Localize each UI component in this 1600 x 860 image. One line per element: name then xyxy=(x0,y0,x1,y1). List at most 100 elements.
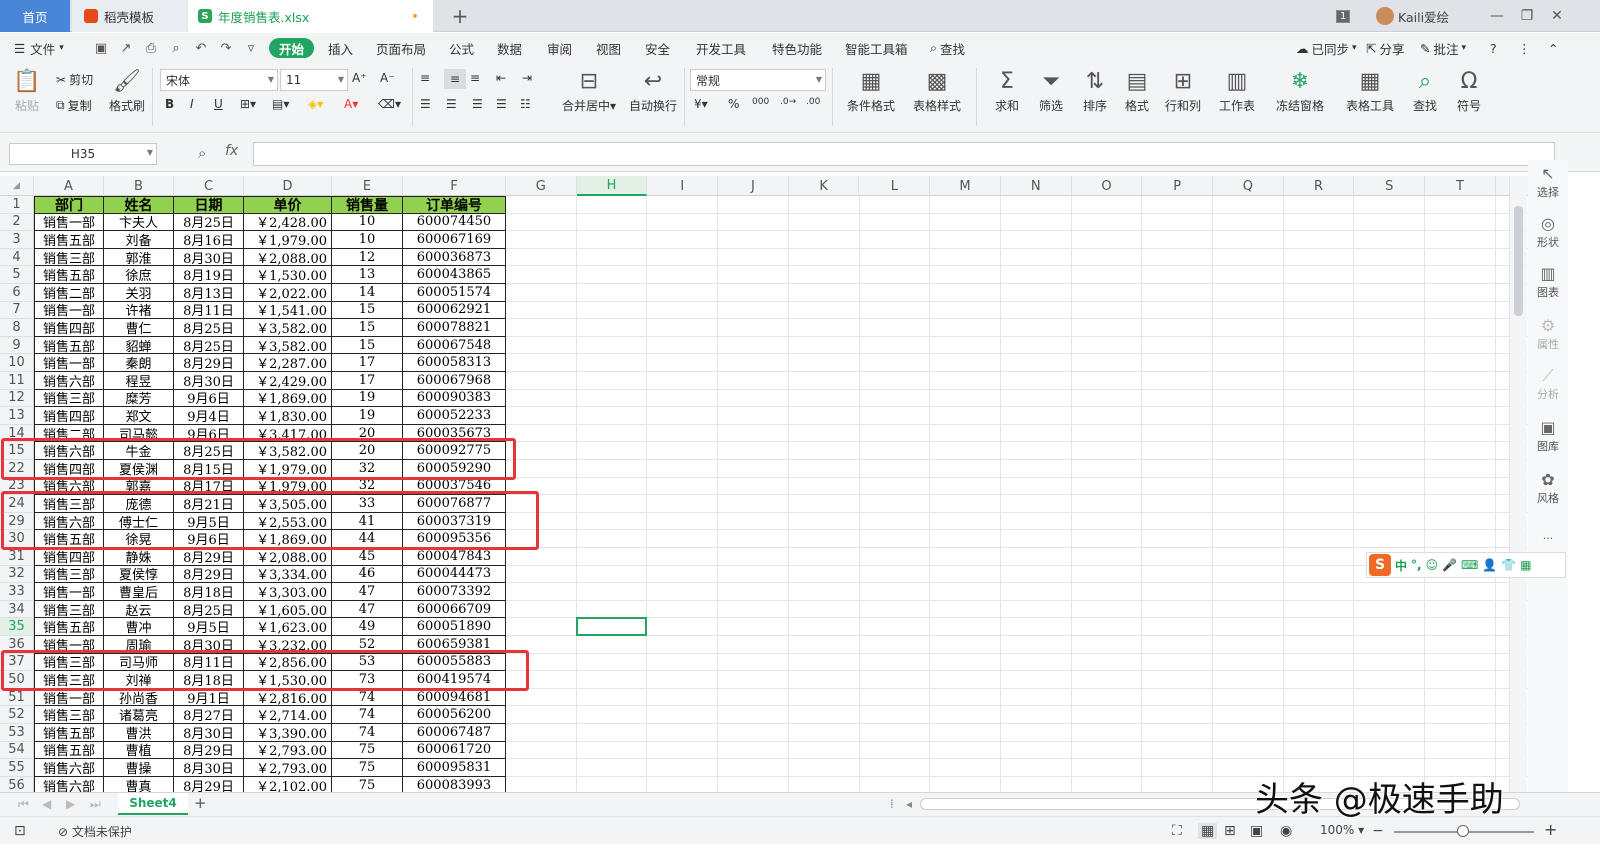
align-center-icon[interactable]: ☰ xyxy=(446,97,457,111)
cell[interactable]: 销售一部 xyxy=(34,354,104,372)
cell[interactable]: 8月29日 xyxy=(174,565,244,584)
cell[interactable]: ￥3,582.00 xyxy=(244,319,332,337)
search-command[interactable]: ⌕ 查找 xyxy=(930,33,965,63)
cell[interactable]: 75 xyxy=(332,741,403,760)
cell[interactable]: ￥2,793.00 xyxy=(244,741,332,760)
cell[interactable]: 10 xyxy=(332,213,403,232)
cell[interactable]: 销售五部 xyxy=(34,618,104,636)
row-header[interactable]: 53 xyxy=(0,724,34,742)
row-header[interactable]: 34 xyxy=(0,600,34,619)
cell[interactable]: 600051574 xyxy=(403,284,506,302)
page-layout-view-icon[interactable]: ▣ xyxy=(1250,823,1263,839)
column-header[interactable]: F xyxy=(403,176,506,196)
cell[interactable]: 8月30日 xyxy=(174,724,244,742)
cell[interactable]: 销售五部 xyxy=(34,724,104,742)
header-cell[interactable]: 日期 xyxy=(174,196,244,214)
cell[interactable]: 8月25日 xyxy=(174,600,244,619)
cell[interactable]: 13 xyxy=(332,266,403,284)
sum-button[interactable]: Σ 求和 xyxy=(982,67,1032,114)
cell[interactable]: 销售三部 xyxy=(34,565,104,584)
cell[interactable]: 8月18日 xyxy=(174,583,244,601)
align-bottom-icon[interactable]: ≡ xyxy=(470,71,480,85)
keyboard-icon[interactable]: ⌨ xyxy=(1461,558,1478,572)
cell[interactable]: ￥3,303.00 xyxy=(244,583,332,601)
justify-icon[interactable]: ☰ xyxy=(496,97,507,111)
fill-color-icon[interactable]: ◈▾ xyxy=(308,97,323,111)
cell[interactable]: 19 xyxy=(332,389,403,408)
column-header[interactable]: E xyxy=(332,176,403,196)
underline-icon[interactable]: U xyxy=(214,97,223,111)
table-style-button[interactable]: ▩ 表格样式 xyxy=(906,67,968,114)
cell[interactable]: 74 xyxy=(332,688,403,707)
cell[interactable]: 销售一部 xyxy=(34,213,104,232)
cell[interactable]: 程昱 xyxy=(104,372,174,390)
cell[interactable]: ￥1,530.00 xyxy=(244,266,332,284)
tab-home[interactable]: 首页 xyxy=(0,0,70,32)
column-header[interactable]: C xyxy=(174,176,244,196)
row-col-button[interactable]: ⊞ 行和列 xyxy=(1158,67,1208,114)
cell[interactable]: 600058313 xyxy=(403,354,506,372)
currency-icon[interactable]: ¥▾ xyxy=(694,97,708,111)
cell[interactable]: 600056200 xyxy=(403,706,506,724)
tab-page-layout[interactable]: 页面布局 xyxy=(376,33,426,63)
column-header[interactable]: N xyxy=(1001,176,1072,196)
tab-data[interactable]: 数据 xyxy=(497,33,522,63)
header-cell[interactable]: 部门 xyxy=(34,196,104,214)
cell[interactable]: 600095831 xyxy=(403,759,506,777)
split-handle-icon[interactable]: ⁞ xyxy=(890,797,894,811)
percent-icon[interactable]: % xyxy=(728,97,739,111)
table-tools-button[interactable]: ▦ 表格工具 xyxy=(1340,67,1400,114)
window-count-badge[interactable]: 1 xyxy=(1336,0,1351,32)
cell[interactable]: 曹操 xyxy=(104,759,174,777)
cell[interactable]: 600078821 xyxy=(403,319,506,337)
cell[interactable]: 许褚 xyxy=(104,301,174,320)
cell[interactable]: 关羽 xyxy=(104,284,174,302)
cell[interactable]: 销售一部 xyxy=(34,583,104,601)
cell[interactable]: ￥2,793.00 xyxy=(244,759,332,777)
cell[interactable]: 孙尚香 xyxy=(104,688,174,707)
cell[interactable]: 销售三部 xyxy=(34,706,104,724)
format-button[interactable]: ▤ 格式 xyxy=(1112,67,1162,114)
column-header[interactable]: T xyxy=(1425,176,1496,196)
cell[interactable]: ￥1,830.00 xyxy=(244,407,332,425)
filter-button[interactable]: ⏷ 筛选 xyxy=(1026,67,1076,114)
cell[interactable]: 曹仁 xyxy=(104,319,174,337)
undo-icon[interactable]: ↶ xyxy=(192,39,210,57)
sidebar-item-style[interactable]: ✿ 风格 xyxy=(1528,470,1568,506)
cell[interactable]: 郑文 xyxy=(104,407,174,425)
scroll-thumb[interactable] xyxy=(1514,206,1523,316)
cell[interactable]: 8月30日 xyxy=(174,248,244,267)
thousands-icon[interactable]: 000 xyxy=(752,97,769,107)
cell[interactable]: ￥1,623.00 xyxy=(244,618,332,636)
tab-insert[interactable]: 插入 xyxy=(328,33,353,63)
row-header[interactable]: 7 xyxy=(0,301,34,320)
cell[interactable]: 600066709 xyxy=(403,600,506,619)
cell[interactable]: 49 xyxy=(332,618,403,636)
cell[interactable]: 47 xyxy=(332,600,403,619)
fx-icon[interactable]: fx xyxy=(225,143,238,159)
row-header[interactable]: 31 xyxy=(0,548,34,566)
align-top-icon[interactable]: ≡ xyxy=(420,71,430,85)
vertical-scrollbar[interactable] xyxy=(1509,176,1527,806)
row-header[interactable]: 5 xyxy=(0,266,34,284)
column-header[interactable]: K xyxy=(789,176,860,196)
select-all-corner[interactable]: ◢ xyxy=(0,176,34,196)
cell[interactable]: 600067968 xyxy=(403,372,506,390)
user-account[interactable]: Kaili爱绘 xyxy=(1376,0,1449,32)
add-sheet-button[interactable]: + xyxy=(194,794,207,812)
cell[interactable]: 8月30日 xyxy=(174,372,244,390)
first-sheet-icon[interactable]: ⏮ xyxy=(18,797,29,812)
row-header[interactable]: 51 xyxy=(0,688,34,707)
cell[interactable]: ￥2,088.00 xyxy=(244,248,332,267)
cell[interactable]: 17 xyxy=(332,354,403,372)
cell[interactable]: 郭淮 xyxy=(104,248,174,267)
font-name-select[interactable]: 宋体 ▼ xyxy=(160,69,278,91)
cell[interactable]: 8月16日 xyxy=(174,231,244,249)
row-header[interactable]: 35 xyxy=(0,618,34,636)
freeze-button[interactable]: ❄ 冻结窗格 xyxy=(1270,67,1330,114)
cell[interactable]: 600067487 xyxy=(403,724,506,742)
spreadsheet-grid[interactable]: ◢ A B C D E F G H I J K L M N O P Q R S T 1 部门 姓名 日期 单价 销售量 订单编号 2 销… xyxy=(0,176,1540,808)
cell[interactable]: 14 xyxy=(332,284,403,302)
decrease-decimal-icon[interactable]: .00 xyxy=(806,97,820,107)
cell[interactable]: 75 xyxy=(332,759,403,777)
